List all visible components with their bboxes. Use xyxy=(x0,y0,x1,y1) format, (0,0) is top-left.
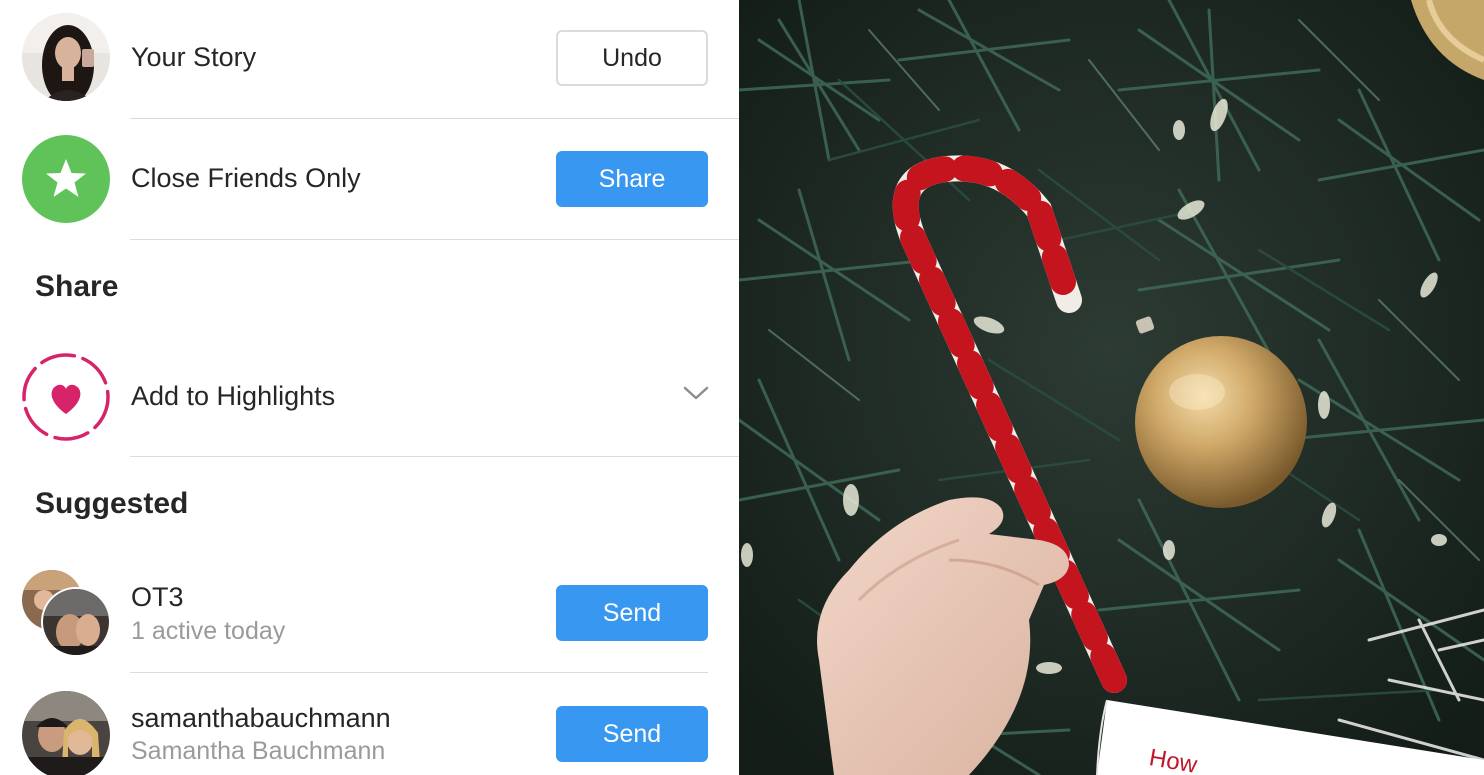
user-avatar xyxy=(22,691,110,775)
chevron-down-icon[interactable] xyxy=(682,383,710,403)
your-story-avatar xyxy=(22,13,110,101)
highlight-heart-icon xyxy=(21,352,111,442)
add-to-highlights-label: Add to Highlights xyxy=(131,381,336,411)
close-friends-row[interactable]: Close Friends Only Share xyxy=(0,119,739,239)
close-friends-share-button[interactable]: Share xyxy=(556,151,708,207)
suggested-name: OT3 xyxy=(131,582,184,612)
suggested-subtitle: 1 active today xyxy=(131,617,286,645)
add-to-highlights-row[interactable]: Add to Highlights xyxy=(0,340,739,456)
close-friends-label: Close Friends Only xyxy=(131,163,361,193)
undo-button[interactable]: Undo xyxy=(556,30,708,86)
divider xyxy=(130,456,739,457)
send-button[interactable]: Send xyxy=(556,585,708,641)
divider xyxy=(130,239,739,240)
story-photo-preview: How xyxy=(739,0,1484,775)
send-button[interactable]: Send xyxy=(556,706,708,762)
suggested-row[interactable]: OT3 1 active today Send xyxy=(0,560,739,672)
share-sheet-panel: Your Story Undo Close Friends Only Share… xyxy=(0,0,739,775)
close-friends-star-icon xyxy=(22,135,110,223)
share-section-title: Share xyxy=(35,270,119,303)
your-story-label: Your Story xyxy=(131,42,257,72)
suggested-name: samanthabauchmann xyxy=(131,703,391,733)
your-story-row[interactable]: Your Story Undo xyxy=(0,0,739,118)
suggested-section-title: Suggested xyxy=(35,487,189,520)
group-avatar xyxy=(22,570,114,660)
suggested-row[interactable]: samanthabauchmann Samantha Bauchmann Sen… xyxy=(0,673,739,775)
suggested-subtitle: Samantha Bauchmann xyxy=(131,737,386,765)
